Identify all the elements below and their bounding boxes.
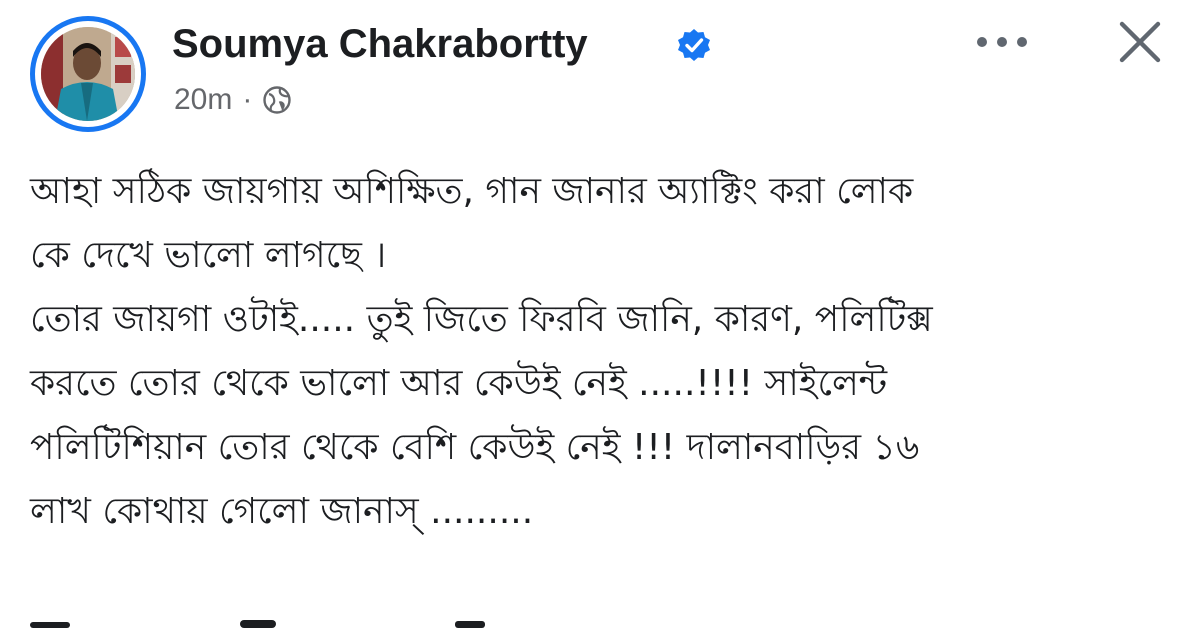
- author-avatar[interactable]: [30, 16, 146, 132]
- more-options-icon: [977, 37, 1027, 47]
- cutoff-text-fragment: [30, 620, 485, 628]
- post-text-line: কে দেখে ভালো লাগছে ।: [30, 235, 387, 276]
- avatar-image: [41, 27, 135, 121]
- verified-badge-icon: [678, 29, 710, 61]
- post-meta: 20m ·: [174, 80, 292, 120]
- close-button[interactable]: [1108, 10, 1172, 74]
- post-text-line: পলিটিশিয়ান তোর থেকে বেশি কেউই নেই !!! দ…: [30, 427, 920, 468]
- more-options-button[interactable]: [962, 22, 1042, 62]
- avatar-photo: [41, 27, 135, 121]
- close-icon: [1119, 21, 1161, 63]
- post-text: আহা সঠিক জায়গায় অশিক্ষিত, গান জানার অ্…: [30, 160, 1175, 544]
- post-text-line: করতে তোর থেকে ভালো আর কেউই নেই .....!!!!…: [30, 363, 888, 404]
- post-timestamp[interactable]: 20m: [174, 83, 232, 117]
- author-name[interactable]: Soumya Chakrabortty: [172, 18, 588, 70]
- post-text-line: আহা সঠিক জায়গায় অশিক্ষিত, গান জানার অ্…: [30, 171, 914, 212]
- post-text-line: তোর জায়গা ওটাই..... তুই জিতে ফিরবি জানি…: [30, 299, 933, 340]
- post-header: Soumya Chakrabortty 20m ·: [0, 0, 1200, 150]
- post-text-line: লাখ কোথায় গেলো জানাস্ .........: [30, 491, 534, 532]
- globe-icon[interactable]: [262, 85, 292, 115]
- meta-separator: ·: [242, 83, 253, 116]
